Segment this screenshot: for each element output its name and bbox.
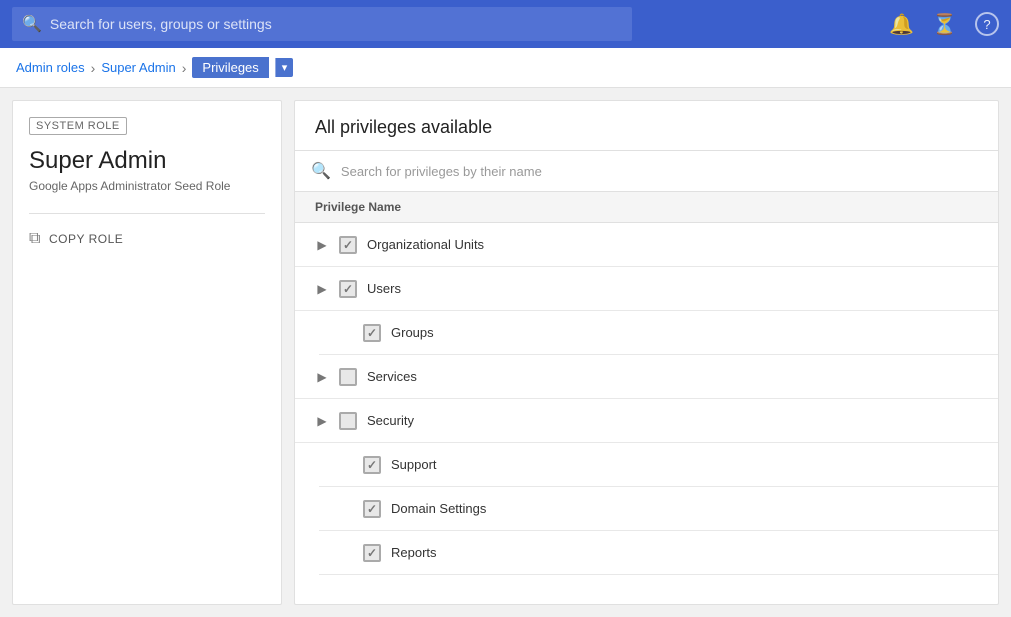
role-description: Google Apps Administrator Seed Role [29,179,265,193]
breadcrumb-dropdown-btn[interactable]: ▾ [275,58,294,77]
copy-icon: ⧉ [29,230,41,248]
privilege-name-5: Support [391,457,437,472]
expand-arrow-0[interactable]: ▶ [315,238,329,252]
search-bar[interactable]: 🔍 [12,7,632,41]
expand-arrow-4[interactable]: ▶ [315,414,329,428]
privilege-checkbox-0[interactable] [339,236,357,254]
privilege-row: ▶ Users [295,267,998,311]
privileges-search-input[interactable] [341,164,982,179]
privilege-row: ▶ Security [295,399,998,443]
expand-arrow-3[interactable]: ▶ [315,370,329,384]
bell-icon[interactable]: 🔔 [889,12,914,37]
privilege-checkbox-7[interactable] [363,544,381,562]
search-icon: 🔍 [22,14,42,34]
privilege-checkbox-2[interactable] [363,324,381,342]
privileges-search-bar[interactable]: 🔍 [295,151,998,192]
privilege-checkbox-5[interactable] [363,456,381,474]
privilege-checkbox-3[interactable] [339,368,357,386]
search-input[interactable] [50,16,622,32]
privilege-name-3: Services [367,369,417,384]
privilege-checkbox-1[interactable] [339,280,357,298]
privileges-search-icon: 🔍 [311,161,331,181]
privilege-table: Privilege Name ▶ Organizational Units ▶ Use… [295,192,998,604]
panel-title: All privileges available [295,101,998,151]
breadcrumb-sep-1: › [91,60,96,76]
breadcrumb-admin-roles[interactable]: Admin roles [16,60,85,75]
privilege-name-0: Organizational Units [367,237,484,252]
left-panel: SYSTEM ROLE Super Admin Google Apps Admi… [12,100,282,605]
hourglass-icon[interactable]: ⏳ [932,12,957,37]
privilege-checkbox-4[interactable] [339,412,357,430]
main-container: SYSTEM ROLE Super Admin Google Apps Admi… [0,88,1011,617]
header-icons: 🔔 ⏳ ? [889,12,999,37]
breadcrumb-current: Privileges [192,57,268,78]
copy-role-label: COPY ROLE [49,232,123,246]
privilege-name-4: Security [367,413,414,428]
privilege-checkbox-6[interactable] [363,500,381,518]
privilege-row: ▶ Services [295,355,998,399]
breadcrumb-super-admin[interactable]: Super Admin [101,60,175,75]
privilege-name-6: Domain Settings [391,501,486,516]
table-column-header: Privilege Name [295,192,998,223]
copy-role-button[interactable]: ⧉ COPY ROLE [29,226,265,252]
system-role-badge: SYSTEM ROLE [29,117,127,135]
expand-arrow-1[interactable]: ▶ [315,282,329,296]
privilege-row: Support [319,443,998,487]
role-name: Super Admin [29,147,265,175]
breadcrumb-sep-2: › [182,60,187,76]
help-icon[interactable]: ? [975,12,999,36]
privilege-row: Domain Settings [319,487,998,531]
privilege-name-2: Groups [391,325,434,340]
privilege-row: Reports [319,531,998,575]
right-panel: All privileges available 🔍 Privilege Nam… [294,100,999,605]
privilege-row: Groups [319,311,998,355]
privilege-row: ▶ Organizational Units [295,223,998,267]
privilege-name-1: Users [367,281,401,296]
app-header: 🔍 🔔 ⏳ ? [0,0,1011,48]
divider [29,213,265,214]
breadcrumb: Admin roles › Super Admin › Privileges ▾ [0,48,1011,88]
privilege-name-7: Reports [391,545,437,560]
